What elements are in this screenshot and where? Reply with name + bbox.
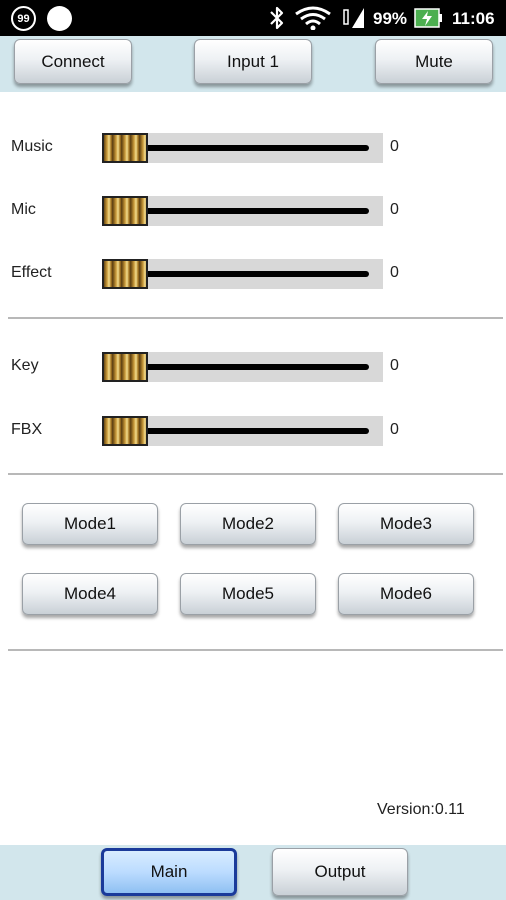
fbx-value: 0 [390,421,399,438]
mic-slider[interactable] [102,196,383,226]
mic-value: 0 [390,201,399,218]
divider [8,473,503,475]
mode2-button[interactable]: Mode2 [180,503,316,545]
mute-button[interactable]: Mute [375,39,493,84]
slider-thumb[interactable] [102,259,148,289]
circle-notification-icon [47,6,72,31]
key-label: Key [11,357,39,374]
status-bar: 99 99% 11:06 [0,0,506,36]
bottom-tab-bar: Main Output [0,845,506,900]
slider-track [114,208,369,214]
notification-count: 99 [17,12,30,25]
mode4-button[interactable]: Mode4 [22,573,158,615]
key-value: 0 [390,357,399,374]
slider-track [114,364,369,370]
mode1-button[interactable]: Mode1 [22,503,158,545]
slider-thumb[interactable] [102,133,148,163]
tab-main[interactable]: Main [101,848,237,896]
key-slider[interactable] [102,352,383,382]
fbx-label: FBX [11,421,43,438]
music-slider[interactable] [102,133,383,163]
slider-thumb[interactable] [102,196,148,226]
mode5-button[interactable]: Mode5 [180,573,316,615]
tab-output[interactable]: Output [272,848,408,896]
mode3-button[interactable]: Mode3 [338,503,474,545]
divider [8,317,503,319]
version-label: Version:0.11 [377,801,465,818]
wifi-icon [295,6,331,30]
connect-button[interactable]: Connect [14,39,132,84]
battery-charging-icon [414,8,442,28]
slider-track [114,271,369,277]
input-select-button[interactable]: Input 1 [194,39,312,84]
mic-label: Mic [11,201,36,218]
clock: 11:06 [452,9,495,28]
effect-slider[interactable] [102,259,383,289]
slider-track [114,145,369,151]
slider-thumb[interactable] [102,352,148,382]
battery-percent: 99% [373,9,408,28]
music-label: Music [11,138,53,155]
top-toolbar: Connect Input 1 Mute [0,36,506,92]
fbx-slider[interactable] [102,416,383,446]
effect-label: Effect [11,264,52,281]
divider [8,649,503,651]
notification-count-icon: 99 [11,6,36,31]
music-value: 0 [390,138,399,155]
slider-thumb[interactable] [102,416,148,446]
mode6-button[interactable]: Mode6 [338,573,474,615]
effect-value: 0 [390,264,399,281]
slider-track [114,428,369,434]
signal-icon [343,8,364,28]
bluetooth-icon [270,6,284,30]
